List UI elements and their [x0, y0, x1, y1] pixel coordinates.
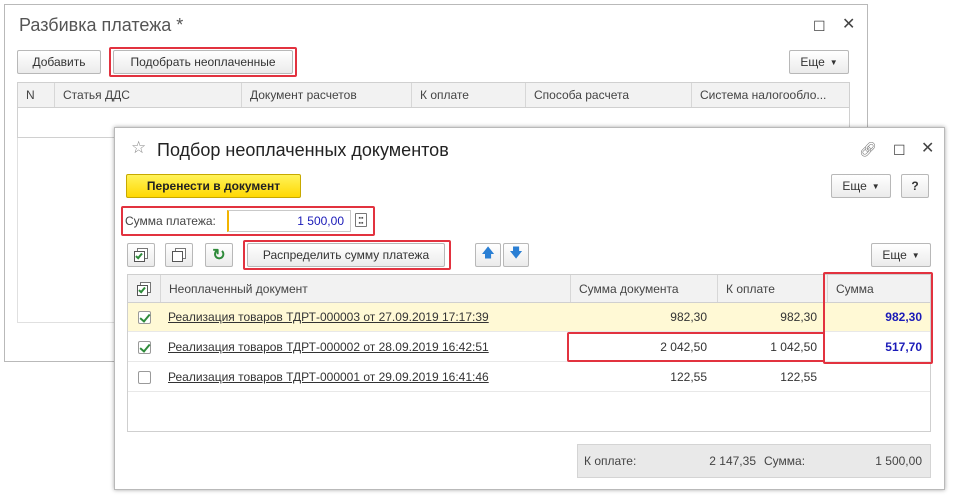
highlight-payment-sum: [121, 206, 375, 236]
arrow-down-icon: 🡇: [509, 245, 523, 260]
to-pay-cell: 982,30: [780, 310, 817, 324]
move-down-button[interactable]: 🡇: [503, 243, 529, 267]
unpaid-docs-window: ☆ Подбор неоплаченных документов 🔗︎ ☐ ✕ …: [114, 127, 945, 490]
col-tax-system[interactable]: Система налогообло...: [691, 83, 851, 107]
refresh-icon: ↻: [212, 247, 226, 264]
totals-footer: К оплате: 2 147,35 Сумма: 1 500,00: [577, 444, 931, 478]
window-title: Разбивка платежа *: [19, 15, 184, 35]
chevron-down-icon: ▼: [829, 57, 838, 67]
maximize-icon[interactable]: ☐: [893, 143, 906, 157]
table-row[interactable]: Реализация товаров ТДРТ-000003 от 27.09.…: [128, 303, 930, 332]
window-title: Подбор неоплаченных документов: [157, 140, 449, 160]
row-checkbox[interactable]: [138, 371, 151, 384]
chevron-down-icon: ▼: [871, 181, 880, 191]
check-all-button[interactable]: [127, 243, 155, 267]
sum-total-value: 1 500,00: [875, 454, 922, 468]
highlight-distribute: [243, 240, 451, 270]
arrow-up-icon: 🡅: [481, 245, 495, 260]
to-pay-cell: 122,55: [780, 370, 817, 384]
more-label: Еще: [842, 179, 867, 193]
col-dds[interactable]: Статья ДДС: [54, 83, 241, 107]
check-all-icon: [134, 248, 148, 262]
row-checkbox[interactable]: [138, 311, 151, 324]
col-to-pay[interactable]: К оплате: [717, 275, 827, 302]
more-label: Еще: [800, 55, 825, 69]
doc-link[interactable]: Реализация товаров ТДРТ-000001 от 29.09.…: [160, 363, 570, 391]
sum-total-label: Сумма:: [764, 454, 806, 468]
uncheck-all-icon: [172, 248, 186, 262]
col-payment-method[interactable]: Способа расчета: [525, 83, 691, 107]
header-check-col[interactable]: [128, 275, 160, 302]
col-settlement-doc[interactable]: Документ расчетов: [241, 83, 411, 107]
sum-cell[interactable]: [827, 363, 930, 391]
to-pay-total-label: К оплате:: [584, 454, 637, 468]
maximize-icon[interactable]: ☐: [813, 19, 826, 33]
refresh-button[interactable]: ↻: [205, 243, 233, 267]
doc-sum-cell: 122,55: [670, 370, 707, 384]
more-label: Еще: [882, 248, 907, 262]
doc-link[interactable]: Реализация товаров ТДРТ-000003 от 27.09.…: [160, 303, 570, 331]
doc-link[interactable]: Реализация товаров ТДРТ-000002 от 28.09.…: [160, 333, 570, 361]
col-doc-sum[interactable]: Сумма документа: [570, 275, 717, 302]
table-row[interactable]: Реализация товаров ТДРТ-000001 от 29.09.…: [128, 363, 930, 392]
add-button[interactable]: Добавить: [17, 50, 101, 74]
help-button[interactable]: ?: [901, 174, 929, 198]
uncheck-all-button[interactable]: [165, 243, 193, 267]
highlight-doc-amounts: [567, 332, 825, 362]
link-icon[interactable]: 🔗︎: [859, 142, 877, 156]
table-header: Неоплаченный документ Сумма документа К …: [128, 275, 930, 303]
more-button[interactable]: Еще ▼: [789, 50, 849, 74]
highlight-sum-column: [823, 272, 933, 364]
doc-sum-cell: 982,30: [670, 310, 707, 324]
grid-header: N Статья ДДС Документ расчетов К оплате …: [17, 82, 850, 108]
check-all-icon: [137, 281, 151, 296]
to-pay-total-value: 2 147,35: [709, 454, 756, 468]
chevron-down-icon: ▼: [911, 250, 920, 260]
highlight-pick-unpaid: [109, 47, 297, 77]
row-checkbox[interactable]: [138, 341, 151, 354]
col-to-pay[interactable]: К оплате: [411, 83, 525, 107]
col-n[interactable]: N: [18, 83, 54, 107]
col-unpaid-doc[interactable]: Неоплаченный документ: [160, 275, 570, 302]
move-up-button[interactable]: 🡅: [475, 243, 501, 267]
transfer-to-document-button[interactable]: Перенести в документ: [126, 174, 301, 198]
close-icon[interactable]: ✕: [842, 17, 855, 33]
close-icon[interactable]: ✕: [921, 141, 934, 157]
more-button[interactable]: Еще ▼: [831, 174, 891, 198]
star-icon[interactable]: ☆: [131, 139, 146, 156]
more2-button[interactable]: Еще ▼: [871, 243, 931, 267]
